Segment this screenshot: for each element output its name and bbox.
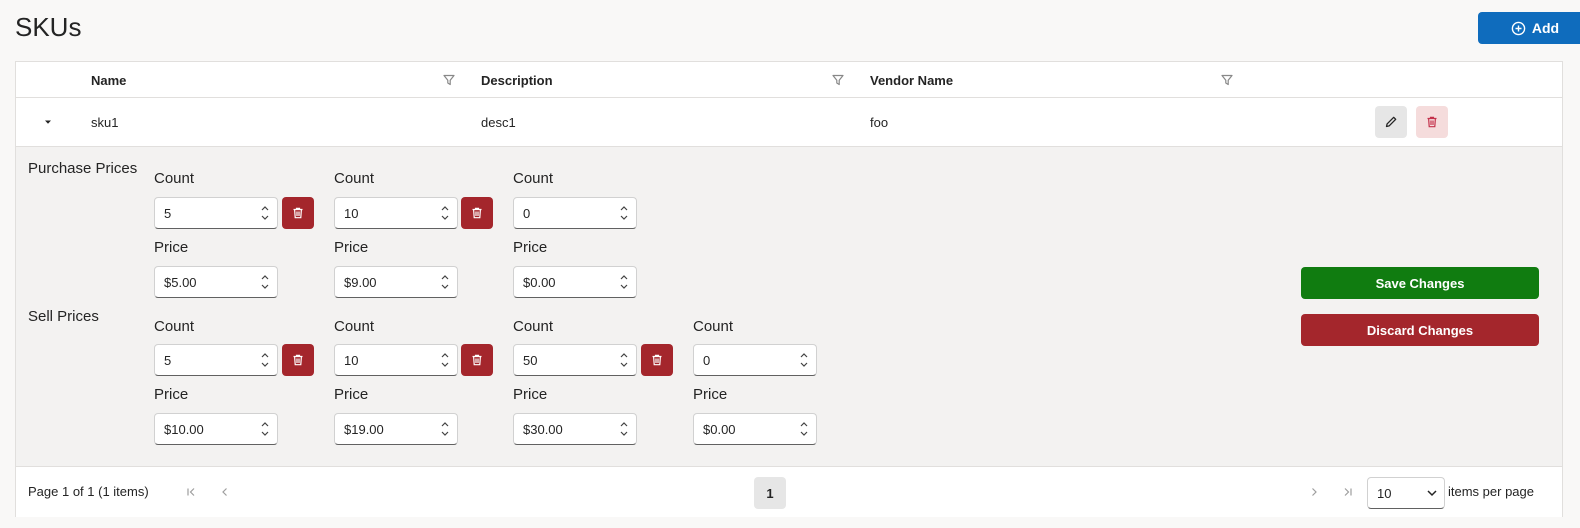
purchase-price-input[interactable]: $0.00: [513, 266, 637, 298]
purchase-count-input[interactable]: 0: [513, 197, 637, 229]
delete-sell-price-button[interactable]: [641, 344, 673, 376]
sell-price-input[interactable]: $0.00: [693, 413, 817, 445]
count-label: Count: [513, 170, 554, 187]
price-label: Price: [334, 239, 369, 256]
chevron-up-down-icon[interactable]: [433, 267, 457, 297]
chevron-up-down-icon[interactable]: [612, 267, 636, 297]
last-page-icon[interactable]: [1342, 486, 1354, 498]
price-label: Price: [154, 386, 189, 403]
edit-button[interactable]: [1375, 106, 1407, 138]
purchase-count-input[interactable]: 10: [334, 197, 458, 229]
price-label: Price: [154, 239, 189, 256]
delete-purchase-price-button[interactable]: [461, 197, 493, 229]
save-changes-button[interactable]: Save Changes: [1301, 267, 1539, 299]
count-label: Count: [513, 318, 554, 335]
pencil-icon: [1385, 116, 1397, 128]
chevron-right-icon[interactable]: [1308, 486, 1320, 498]
sell-price-input[interactable]: $19.00: [334, 413, 458, 445]
page-number-button[interactable]: 1: [754, 477, 786, 509]
trash-icon: [652, 354, 662, 366]
chevron-up-down-icon[interactable]: [792, 414, 816, 444]
grid-header: Name Description Vendor Name: [16, 62, 1562, 98]
count-label: Count: [154, 318, 195, 335]
sell-count-input[interactable]: 50: [513, 344, 637, 376]
caret-down-icon[interactable]: [42, 116, 54, 128]
page-title: SKUs: [15, 12, 82, 42]
trash-icon: [293, 207, 303, 219]
sell-count-input[interactable]: 10: [334, 344, 458, 376]
chevron-up-down-icon[interactable]: [253, 198, 277, 228]
filter-icon[interactable]: [831, 73, 845, 87]
pager: Page 1 of 1 (1 items) 1 10 items per pag…: [16, 466, 1562, 517]
purchase-count-input[interactable]: 5: [154, 197, 278, 229]
delete-purchase-price-button[interactable]: [282, 197, 314, 229]
count-label: Count: [334, 318, 375, 335]
delete-sell-price-button[interactable]: [282, 344, 314, 376]
page-size-select[interactable]: 10: [1367, 477, 1445, 509]
table-row[interactable]: sku1 desc1 foo: [16, 98, 1562, 147]
trash-icon: [472, 354, 482, 366]
first-page-icon[interactable]: [185, 486, 197, 498]
pager-info: Page 1 of 1 (1 items): [28, 484, 149, 499]
trash-icon: [293, 354, 303, 366]
chevron-up-down-icon[interactable]: [253, 267, 277, 297]
chevron-up-down-icon[interactable]: [433, 345, 457, 375]
chevron-down-icon: [1427, 490, 1437, 497]
discard-changes-button[interactable]: Discard Changes: [1301, 314, 1539, 346]
price-label: Price: [693, 386, 728, 403]
trash-icon: [472, 207, 482, 219]
chevron-up-down-icon[interactable]: [253, 414, 277, 444]
sell-price-input[interactable]: $10.00: [154, 413, 278, 445]
count-label: Count: [154, 170, 195, 187]
sku-grid: Name Description Vendor Name sku1 desc1 …: [15, 61, 1563, 517]
add-button[interactable]: Add: [1478, 12, 1580, 44]
chevron-up-down-icon[interactable]: [792, 345, 816, 375]
chevron-left-icon[interactable]: [219, 486, 231, 498]
delete-sell-price-button[interactable]: [461, 344, 493, 376]
column-header-description[interactable]: Description: [481, 62, 553, 98]
sell-prices-label: Sell Prices: [28, 308, 99, 325]
purchase-prices-label: Purchase Prices: [28, 160, 138, 177]
sell-price-input[interactable]: $30.00: [513, 413, 637, 445]
cell-name: sku1: [91, 114, 119, 130]
column-header-name[interactable]: Name: [91, 62, 126, 98]
sell-count-input[interactable]: 5: [154, 344, 278, 376]
chevron-up-down-icon[interactable]: [253, 345, 277, 375]
detail-panel: Purchase Prices Sell Prices Count 5 Pric…: [16, 147, 1562, 466]
trash-icon: [1427, 116, 1437, 128]
purchase-price-input[interactable]: $9.00: [334, 266, 458, 298]
price-label: Price: [513, 386, 548, 403]
delete-row-button[interactable]: [1416, 106, 1448, 138]
page-size-label: items per page: [1448, 484, 1534, 499]
cell-description: desc1: [481, 114, 516, 130]
cell-vendor-name: foo: [870, 114, 889, 130]
purchase-price-input[interactable]: $5.00: [154, 266, 278, 298]
sell-count-input[interactable]: 0: [693, 344, 817, 376]
price-label: Price: [513, 239, 548, 256]
count-label: Count: [334, 170, 375, 187]
plus-circle-icon: [1511, 21, 1526, 35]
filter-icon[interactable]: [1220, 73, 1234, 87]
column-header-vendor-name[interactable]: Vendor Name: [870, 62, 953, 98]
filter-icon[interactable]: [442, 73, 456, 87]
price-label: Price: [334, 386, 369, 403]
chevron-up-down-icon[interactable]: [612, 414, 636, 444]
chevron-up-down-icon[interactable]: [612, 345, 636, 375]
chevron-up-down-icon[interactable]: [433, 198, 457, 228]
add-button-label: Add: [1531, 20, 1560, 36]
chevron-up-down-icon[interactable]: [433, 414, 457, 444]
chevron-up-down-icon[interactable]: [612, 198, 636, 228]
count-label: Count: [693, 318, 734, 335]
